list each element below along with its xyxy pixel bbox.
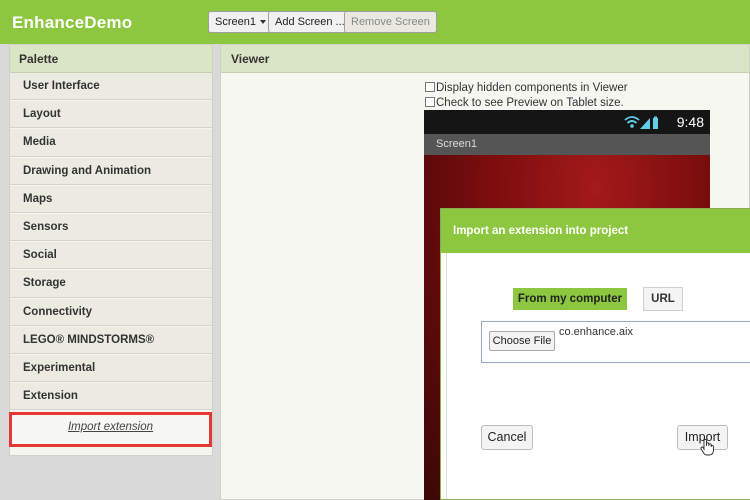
palette-category-maps[interactable]: Maps [10,185,212,213]
tablet-preview-option[interactable]: Check to see Preview on Tablet size. [425,97,624,109]
palette-category-experimental[interactable]: Experimental [10,354,212,383]
choose-file-button[interactable]: Choose File [489,331,555,351]
selected-file-name: co.enhance.aix [559,326,633,338]
palette-category-lego-mindstorms[interactable]: LEGO® MINDSTORMS® [10,326,212,354]
import-extension-link[interactable]: Import extension [9,412,212,447]
palette-category-connectivity[interactable]: Connectivity [10,298,212,326]
top-bar: EnhanceDemo Screen1 Add Screen ... Remov… [0,0,750,44]
palette-category-media[interactable]: Media [10,129,212,157]
cancel-button[interactable]: Cancel [481,425,533,450]
palette-category-drawing-and-animation[interactable]: Drawing and Animation [10,157,212,185]
add-screen-button[interactable]: Add Screen ... [268,11,352,33]
palette-header: Palette [10,45,212,73]
display-hidden-option[interactable]: Display hidden components in Viewer [425,82,628,94]
file-input-box: Choose File co.enhance.aix [481,321,750,363]
phone-status-bar: 9:48 [424,110,710,134]
phone-screen-title: Screen1 [424,134,710,155]
display-hidden-checkbox[interactable] [425,82,435,92]
dialog-title: Import an extension into project [441,209,750,253]
hand-cursor-icon [700,438,714,456]
palette-category-extension[interactable]: Extension [10,383,212,411]
wifi-signal-battery-icon [624,116,658,129]
tablet-preview-label: Check to see Preview on Tablet size. [436,97,624,109]
dialog-body: From my computer URL Choose File co.enha… [446,253,750,499]
screen-selector-label: Screen1 [215,16,256,28]
palette-panel: Palette User Interface Layout Media Draw… [9,44,213,456]
status-time: 9:48 [676,114,704,130]
viewer-header: Viewer [221,45,749,73]
palette-category-sensors[interactable]: Sensors [10,213,212,242]
screen-selector-dropdown[interactable]: Screen1 [208,11,273,33]
palette-category-storage[interactable]: Storage [10,270,212,298]
app-title: EnhanceDemo [12,13,133,32]
remove-screen-button[interactable]: Remove Screen [344,11,437,33]
tab-from-my-computer[interactable]: From my computer [513,288,627,310]
palette-category-social[interactable]: Social [10,242,212,270]
display-hidden-label: Display hidden components in Viewer [436,82,628,94]
chevron-down-icon [259,20,266,25]
import-extension-dialog: Import an extension into project From my… [440,208,750,500]
tablet-preview-checkbox[interactable] [425,97,435,107]
palette-category-user-interface[interactable]: User Interface [10,73,212,101]
tab-url[interactable]: URL [643,287,683,311]
palette-category-layout[interactable]: Layout [10,101,212,129]
